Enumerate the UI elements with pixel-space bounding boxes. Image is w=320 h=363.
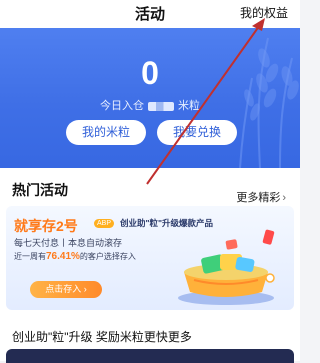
- stat-percent: 76.41%: [46, 251, 80, 262]
- section-title: 热门活动: [12, 182, 68, 198]
- rice-balance: 0: [141, 55, 159, 91]
- banner-badge: ABP: [94, 219, 115, 228]
- activity-banner[interactable]: 就享存2号 ABP 创业助"粒"升级爆款产品 每七天付息丨本息自动滚存 近一周有…: [6, 206, 294, 310]
- hot-activities-panel: 热门活动 更多精彩 › 就享存2号 ABP 创业助"粒"升级爆款产品 每七天付息丨…: [0, 168, 300, 363]
- more-label: 更多精彩: [236, 192, 281, 204]
- my-rights-link[interactable]: 我的权益: [240, 4, 288, 21]
- deposit-button[interactable]: 点击存入 ›: [30, 281, 102, 298]
- stat-prefix: 近一周有: [14, 252, 46, 261]
- banner-feature-line: 每七天付息丨本息自动滚存: [14, 238, 123, 248]
- masked-value: [148, 101, 174, 111]
- treasure-bowl-icon: [178, 229, 275, 305]
- chevron-right-icon: ›: [282, 192, 286, 204]
- hero-balance-card: 0 今日入仓 米粒 我的米粒 我要兑换: [0, 28, 300, 168]
- stat-suffix: 的客户选择存入: [79, 252, 136, 261]
- more-link[interactable]: 更多精彩 ›: [236, 189, 286, 205]
- today-unit: 米粒: [178, 100, 200, 112]
- today-deposit-info: 今日入仓 米粒: [0, 97, 300, 113]
- banner-headline: 就享存2号: [14, 218, 78, 234]
- today-label: 今日入仓: [100, 100, 144, 112]
- banner-stat-line: 近一周有76.41%的客户选择存入: [14, 251, 136, 262]
- my-rice-button[interactable]: 我的米粒: [66, 120, 146, 145]
- activity-description: 创业助"粒"升级 奖励米粒更快更多: [12, 330, 192, 344]
- top-bar: 活动 我的权益: [0, 0, 300, 28]
- redeem-button[interactable]: 我要兑换: [157, 120, 237, 145]
